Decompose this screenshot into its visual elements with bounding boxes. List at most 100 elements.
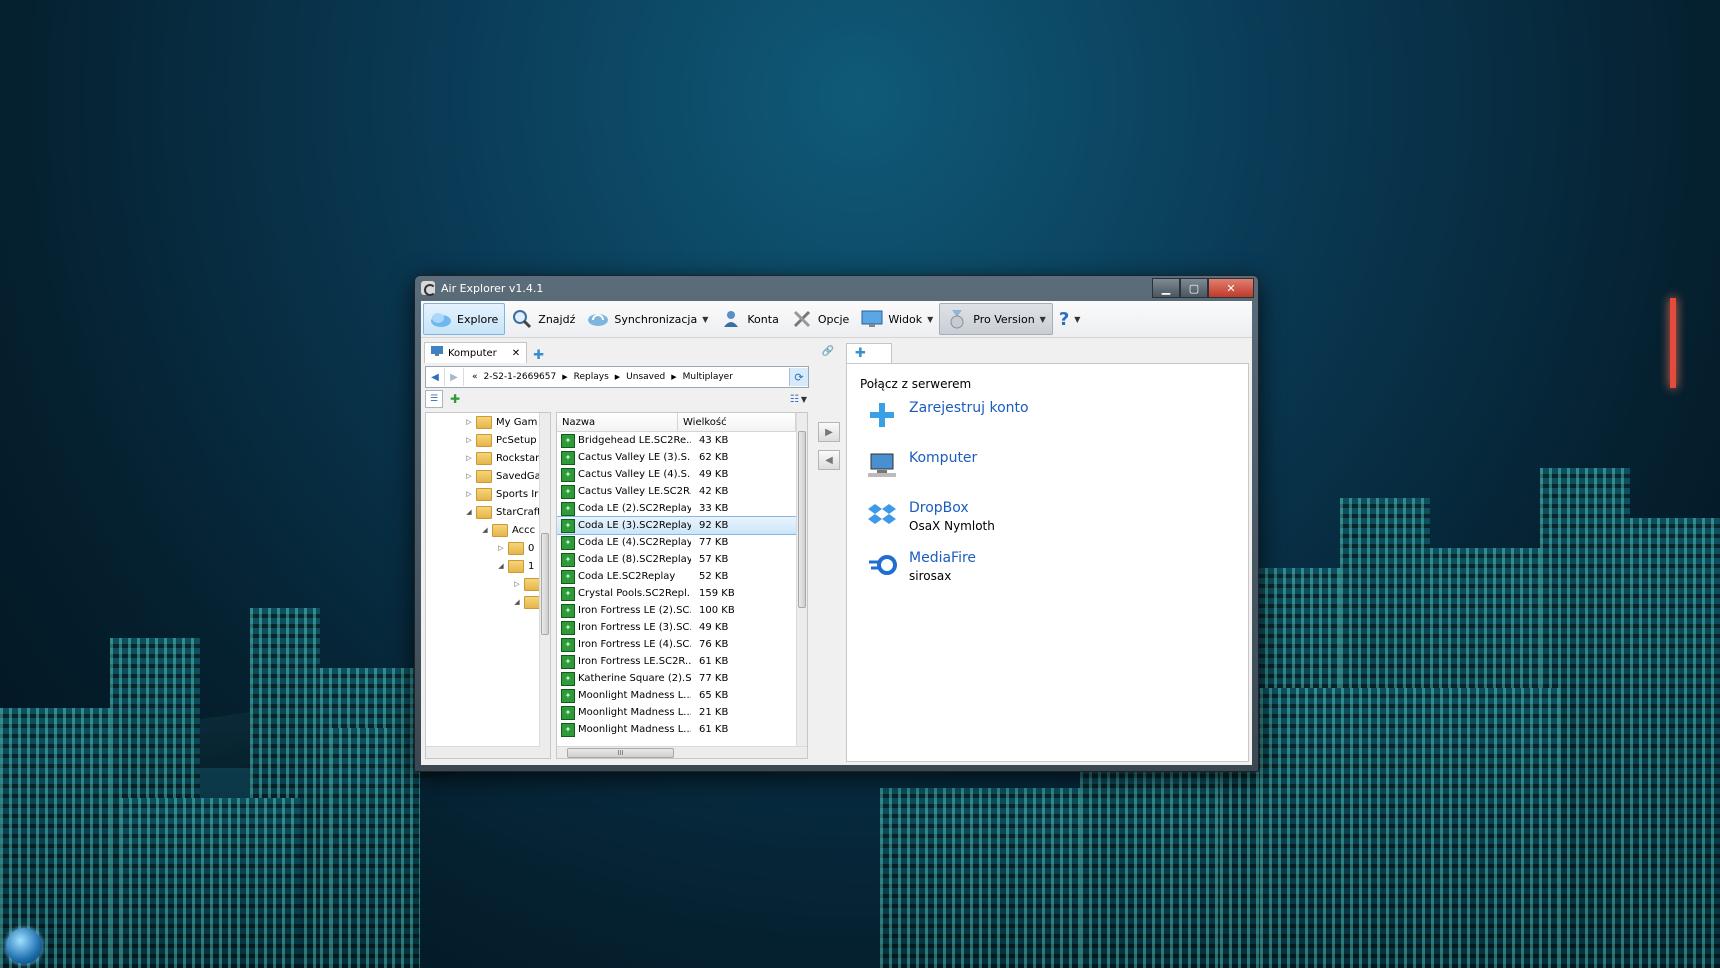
expander-icon[interactable]: ▷: [464, 490, 474, 498]
expander-icon[interactable]: ◢: [512, 598, 522, 606]
close-tab-icon[interactable]: ✕: [512, 348, 520, 359]
tree-item[interactable]: ◢: [426, 593, 550, 611]
copy-left-icon[interactable]: ◀: [818, 450, 840, 470]
service-name[interactable]: Zarejestruj konto: [909, 400, 1029, 416]
file-row[interactable]: ✦ Iron Fortress LE (4).SC... 76 KB: [557, 636, 807, 653]
expander-icon[interactable]: ◢: [464, 508, 474, 516]
file-list-vertical-scrollbar[interactable]: [796, 413, 807, 758]
file-name: Coda LE (2).SC2Replay: [578, 503, 691, 514]
file-row[interactable]: ✦ Moonlight Madness L... 65 KB: [557, 687, 807, 704]
breadcrumb-overflow[interactable]: «: [472, 372, 478, 382]
file-row[interactable]: ✦ Coda LE.SC2Replay 52 KB: [557, 568, 807, 585]
pro-version-button[interactable]: Pro Version ▼: [939, 303, 1053, 335]
file-row[interactable]: ✦ Cactus Valley LE (4).S... 49 KB: [557, 466, 807, 483]
breadcrumb-item[interactable]: Multiplayer: [683, 372, 733, 382]
minimize-button[interactable]: ▁: [1152, 278, 1180, 298]
horizontal-scrollbar-thumb[interactable]: III: [567, 748, 674, 758]
breadcrumb-item[interactable]: Replays: [574, 372, 609, 382]
tree-item[interactable]: ◢ 1: [426, 557, 550, 575]
file-name: Moonlight Madness L...: [578, 707, 691, 718]
service-name[interactable]: MediaFire: [909, 550, 976, 566]
breadcrumb-separator-icon[interactable]: ▶: [562, 373, 567, 381]
refresh-icon[interactable]: ⟳: [789, 368, 808, 386]
service-mediafire[interactable]: MediaFire sirosax: [867, 550, 976, 583]
add-tab-icon[interactable]: ✚: [846, 343, 892, 363]
file-row[interactable]: ✦ Crystal Pools.SC2Repl... 159 KB: [557, 585, 807, 602]
file-row[interactable]: ✦ Iron Fortress LE (2).SC... 100 KB: [557, 602, 807, 619]
service-name[interactable]: DropBox: [909, 500, 995, 516]
breadcrumb-item[interactable]: 2-S2-1-2669657: [484, 372, 557, 382]
copy-right-icon[interactable]: ▶: [818, 422, 840, 442]
start-button[interactable]: [6, 928, 42, 964]
address-bar[interactable]: ◀ ▶ « 2-S2-1-2669657 ▶ Replays ▶ Unsaved…: [425, 366, 809, 388]
explore-button[interactable]: Explore: [423, 303, 506, 335]
folder-tree-toggle-icon[interactable]: ☰: [425, 390, 443, 408]
back-icon[interactable]: ◀: [426, 368, 445, 386]
find-button[interactable]: Znajdź: [505, 304, 581, 334]
tree-item-label: StarCraft: [496, 506, 541, 518]
expander-icon[interactable]: ▷: [464, 454, 474, 462]
tree-item-label: Sports Ir: [496, 488, 539, 500]
left-pane: Komputer ✕ ✚ ◀ ▶ « 2-S2-1-2669657 ▶ Repl…: [421, 339, 810, 765]
file-row[interactable]: ✦ Coda LE (4).SC2Replay 77 KB: [557, 534, 807, 551]
help-button[interactable]: ? ▼: [1053, 304, 1087, 334]
options-button[interactable]: Opcje: [785, 304, 856, 334]
link-icon[interactable]: 🔗: [818, 342, 838, 360]
folder-icon: [524, 577, 540, 591]
expander-icon[interactable]: ▷: [512, 580, 522, 588]
sync-button[interactable]: Synchronizacja ▼: [581, 304, 714, 334]
tab-computer[interactable]: Komputer ✕: [424, 342, 528, 363]
close-button[interactable]: ✕: [1208, 278, 1254, 298]
tree-item[interactable]: ◢ StarCraft: [426, 503, 550, 521]
file-row[interactable]: ✦ Iron Fortress LE.SC2R... 61 KB: [557, 653, 807, 670]
forward-icon[interactable]: ▶: [445, 368, 464, 386]
service-dropbox[interactable]: DropBox OsaX Nymloth: [867, 500, 995, 533]
scrollbar-thumb[interactable]: [541, 533, 549, 635]
tree-item[interactable]: ▷ SavedGa: [426, 467, 550, 485]
file-row[interactable]: ✦ Katherine Square (2).S... 77 KB: [557, 670, 807, 687]
file-row[interactable]: ✦ Moonlight Madness L... 61 KB: [557, 721, 807, 738]
tree-horizontal-scrollbar[interactable]: [426, 746, 540, 758]
tree-item[interactable]: ▷ 0: [426, 539, 550, 557]
accounts-button[interactable]: Konta: [714, 304, 784, 334]
tree-item[interactable]: ▷ Sports Ir: [426, 485, 550, 503]
column-header-name[interactable]: Nazwa: [557, 413, 678, 431]
tree-item-label: 0: [528, 542, 535, 554]
file-row[interactable]: ✦ Iron Fortress LE (3).SC... 49 KB: [557, 619, 807, 636]
scrollbar-thumb[interactable]: [798, 431, 806, 608]
file-name: Iron Fortress LE (4).SC...: [578, 639, 691, 650]
breadcrumb-separator-icon[interactable]: ▶: [671, 373, 676, 381]
tree-vertical-scrollbar[interactable]: [539, 413, 550, 758]
file-row[interactable]: ✦ Coda LE (8).SC2Replay 57 KB: [557, 551, 807, 568]
expander-icon[interactable]: ▷: [464, 472, 474, 480]
expander-icon[interactable]: ◢: [480, 526, 490, 534]
service-computer[interactable]: Komputer: [867, 450, 977, 480]
tree-item[interactable]: ▷ My Gam: [426, 413, 550, 431]
breadcrumb-item[interactable]: Unsaved: [626, 372, 665, 382]
file-row[interactable]: ✦ Coda LE (2).SC2Replay 33 KB: [557, 500, 807, 517]
file-row[interactable]: ✦ Bridgehead LE.SC2Re... 43 KB: [557, 432, 807, 449]
column-header-size[interactable]: Wielkość: [678, 413, 796, 431]
expander-icon[interactable]: ▷: [496, 544, 506, 552]
view-mode-selector[interactable]: ☷ ▼: [790, 394, 807, 405]
file-row[interactable]: ✦ Moonlight Madness L... 21 KB: [557, 704, 807, 721]
tree-item[interactable]: ▷ PcSetup: [426, 431, 550, 449]
tree-item[interactable]: ▷: [426, 575, 550, 593]
new-folder-icon[interactable]: ✚: [447, 391, 463, 407]
add-tab-icon[interactable]: ✚: [533, 348, 544, 363]
service-register[interactable]: Zarejestruj konto: [867, 400, 1029, 430]
file-row[interactable]: ✦ Cactus Valley LE (3).S... 62 KB: [557, 449, 807, 466]
tree-item[interactable]: ▷ Rockstar: [426, 449, 550, 467]
file-row[interactable]: ✦ Coda LE (3).SC2Replay 92 KB: [557, 516, 807, 535]
expander-icon[interactable]: ▷: [464, 418, 474, 426]
file-list-horizontal-scrollbar[interactable]: III: [557, 746, 807, 758]
file-row[interactable]: ✦ Cactus Valley LE.SC2R... 42 KB: [557, 483, 807, 500]
view-button[interactable]: Widok ▼: [855, 304, 939, 334]
tree-item[interactable]: ◢ Accc: [426, 521, 550, 539]
expander-icon[interactable]: ▷: [464, 436, 474, 444]
breadcrumb-separator-icon[interactable]: ▶: [615, 373, 620, 381]
maximize-button[interactable]: ▢: [1180, 278, 1208, 298]
service-name[interactable]: Komputer: [909, 450, 977, 466]
title-bar[interactable]: Air Explorer v1.4.1 ▁ ▢ ✕: [415, 276, 1258, 300]
expander-icon[interactable]: ◢: [496, 562, 506, 570]
